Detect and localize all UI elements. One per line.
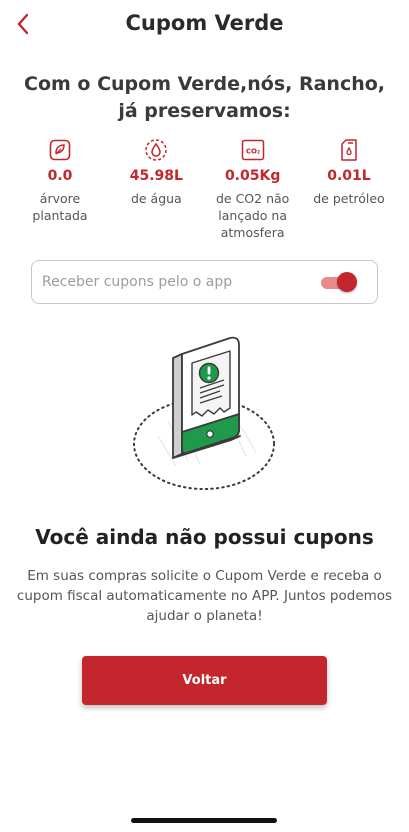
stat-label: de CO2 não lançado na atmosfera — [215, 191, 290, 240]
stat-label: de água — [130, 191, 182, 206]
stat-value: 0.0 — [47, 168, 73, 184]
impact-stats: 0.0 árvore plantada 45.98L de água CO₂ 0… — [14, 138, 395, 241]
receive-coupons-setting: Receber cupons pelo o app — [31, 260, 378, 304]
phone-receipt-icon — [133, 336, 275, 490]
empty-state-title: Você ainda não possui cupons — [35, 525, 374, 549]
stat-water: 45.98L de água — [110, 138, 202, 241]
top-bar: Cupom Verde — [0, 0, 409, 50]
toggle-thumb — [337, 272, 357, 292]
leaf-icon — [48, 138, 72, 162]
water-drop-icon — [144, 138, 168, 162]
stat-tree: 0.0 árvore plantada — [14, 138, 106, 241]
stat-label: de petróleo — [313, 191, 385, 206]
phone-receipt-illustration — [128, 326, 280, 494]
stat-label: árvore plantada — [32, 191, 88, 223]
stat-co2: CO₂ 0.05Kg de CO2 não lançado na atmosfe… — [207, 138, 299, 241]
stat-value: 0.01L — [327, 168, 371, 184]
empty-state-description: Em suas compras solicite o Cupom Verde e… — [16, 568, 393, 624]
stat-value: 45.98L — [129, 168, 183, 184]
page-title: Cupom Verde — [125, 11, 284, 35]
svg-text:CO₂: CO₂ — [246, 148, 260, 156]
impact-headline: Com o Cupom Verde,nós, Rancho, já preser… — [24, 73, 385, 122]
stat-value: 0.05Kg — [224, 168, 281, 184]
home-indicator — [131, 818, 277, 823]
co2-icon: CO₂ — [241, 138, 265, 162]
receive-coupons-toggle[interactable] — [321, 272, 357, 292]
stat-oil: 0.01L de petróleo — [303, 138, 395, 241]
back-primary-button[interactable]: Voltar — [82, 656, 327, 705]
fuel-can-icon — [337, 138, 361, 162]
receive-coupons-label: Receber cupons pelo o app — [42, 274, 233, 290]
